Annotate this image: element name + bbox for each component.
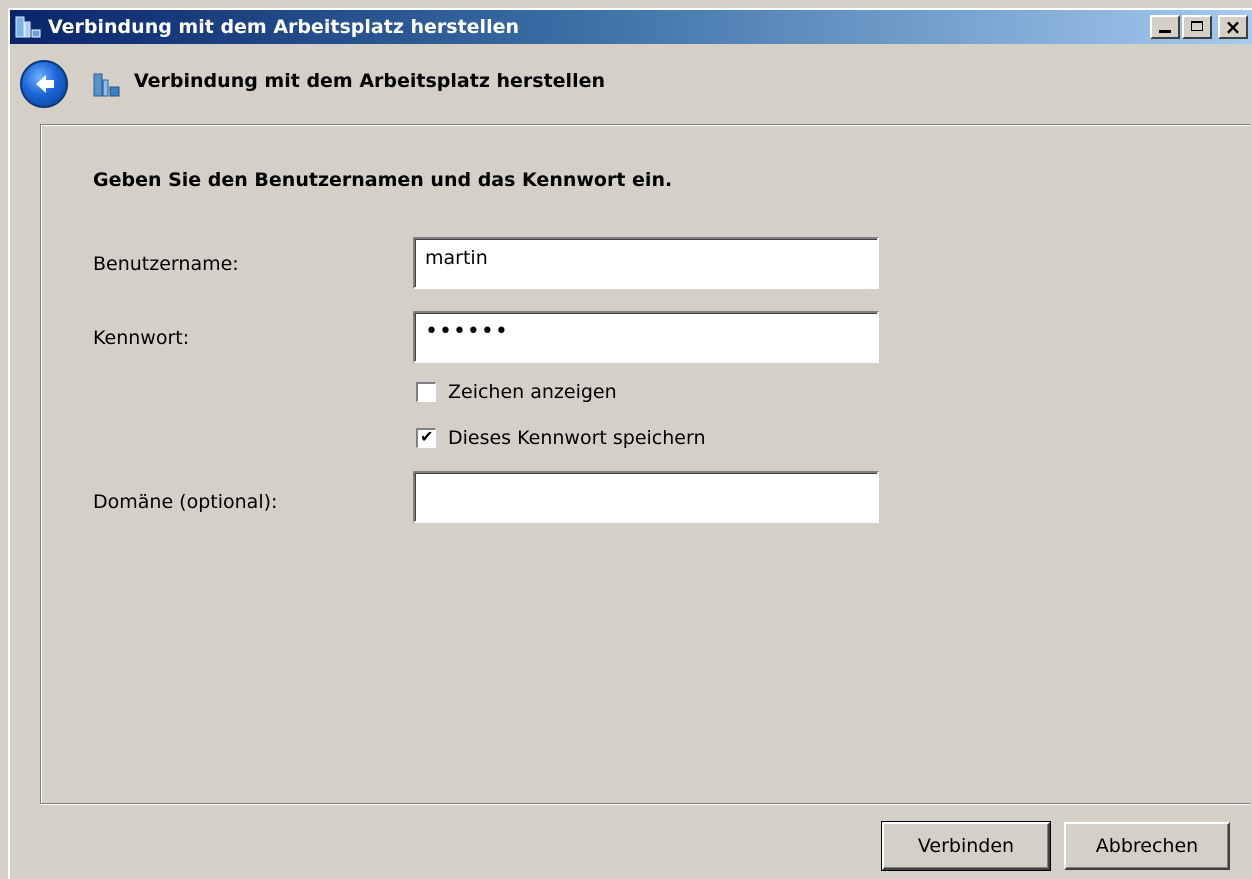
- workplace-connection-icon: [92, 70, 122, 100]
- show-characters-checkbox[interactable]: [416, 382, 436, 402]
- connect-button-label: Verbinden: [917, 835, 1015, 857]
- footer-separator: [40, 804, 1250, 805]
- page-title: Verbindung mit dem Arbeitsplatz herstell…: [134, 70, 605, 92]
- content-panel: Geben Sie den Benutzernamen und das Kenn…: [40, 124, 1250, 804]
- username-label: Benutzername:: [93, 253, 239, 275]
- close-icon: ×: [1224, 15, 1242, 39]
- back-arrow-icon: [36, 75, 54, 93]
- checkmark-icon: ✔: [420, 427, 434, 446]
- maximize-button[interactable]: [1182, 15, 1212, 39]
- network-connection-icon: [14, 14, 44, 40]
- password-label: Kennwort:: [93, 327, 190, 349]
- domain-field[interactable]: [413, 471, 879, 523]
- save-password-label: Dieses Kennwort speichern: [448, 427, 706, 449]
- username-field[interactable]: martin: [413, 237, 879, 289]
- password-value: ••••••: [425, 319, 509, 344]
- title-bar[interactable]: Verbindung mit dem Arbeitsplatz herstell…: [10, 10, 1252, 44]
- dialog-window: Verbindung mit dem Arbeitsplatz herstell…: [8, 8, 1252, 879]
- save-password-option[interactable]: ✔ Dieses Kennwort speichern: [416, 427, 706, 449]
- cancel-button[interactable]: Abbrechen: [1064, 822, 1230, 870]
- back-button[interactable]: [20, 60, 68, 108]
- password-field[interactable]: ••••••: [413, 311, 879, 363]
- cancel-button-label: Abbrechen: [1095, 835, 1199, 857]
- show-characters-label: Zeichen anzeigen: [448, 381, 617, 403]
- save-password-checkbox[interactable]: ✔: [416, 427, 436, 448]
- maximize-icon: [1191, 21, 1203, 31]
- show-characters-option[interactable]: Zeichen anzeigen: [416, 381, 617, 403]
- window-title: Verbindung mit dem Arbeitsplatz herstell…: [48, 16, 519, 38]
- navigation-bar: Verbindung mit dem Arbeitsplatz herstell…: [10, 44, 1252, 124]
- minimize-button[interactable]: [1150, 15, 1180, 39]
- form-heading: Geben Sie den Benutzernamen und das Kenn…: [93, 169, 673, 191]
- minimize-icon: [1159, 30, 1171, 33]
- connect-button[interactable]: Verbinden: [881, 821, 1051, 871]
- close-button[interactable]: ×: [1218, 15, 1248, 39]
- username-value: martin: [425, 247, 488, 269]
- domain-label: Domäne (optional):: [93, 491, 278, 513]
